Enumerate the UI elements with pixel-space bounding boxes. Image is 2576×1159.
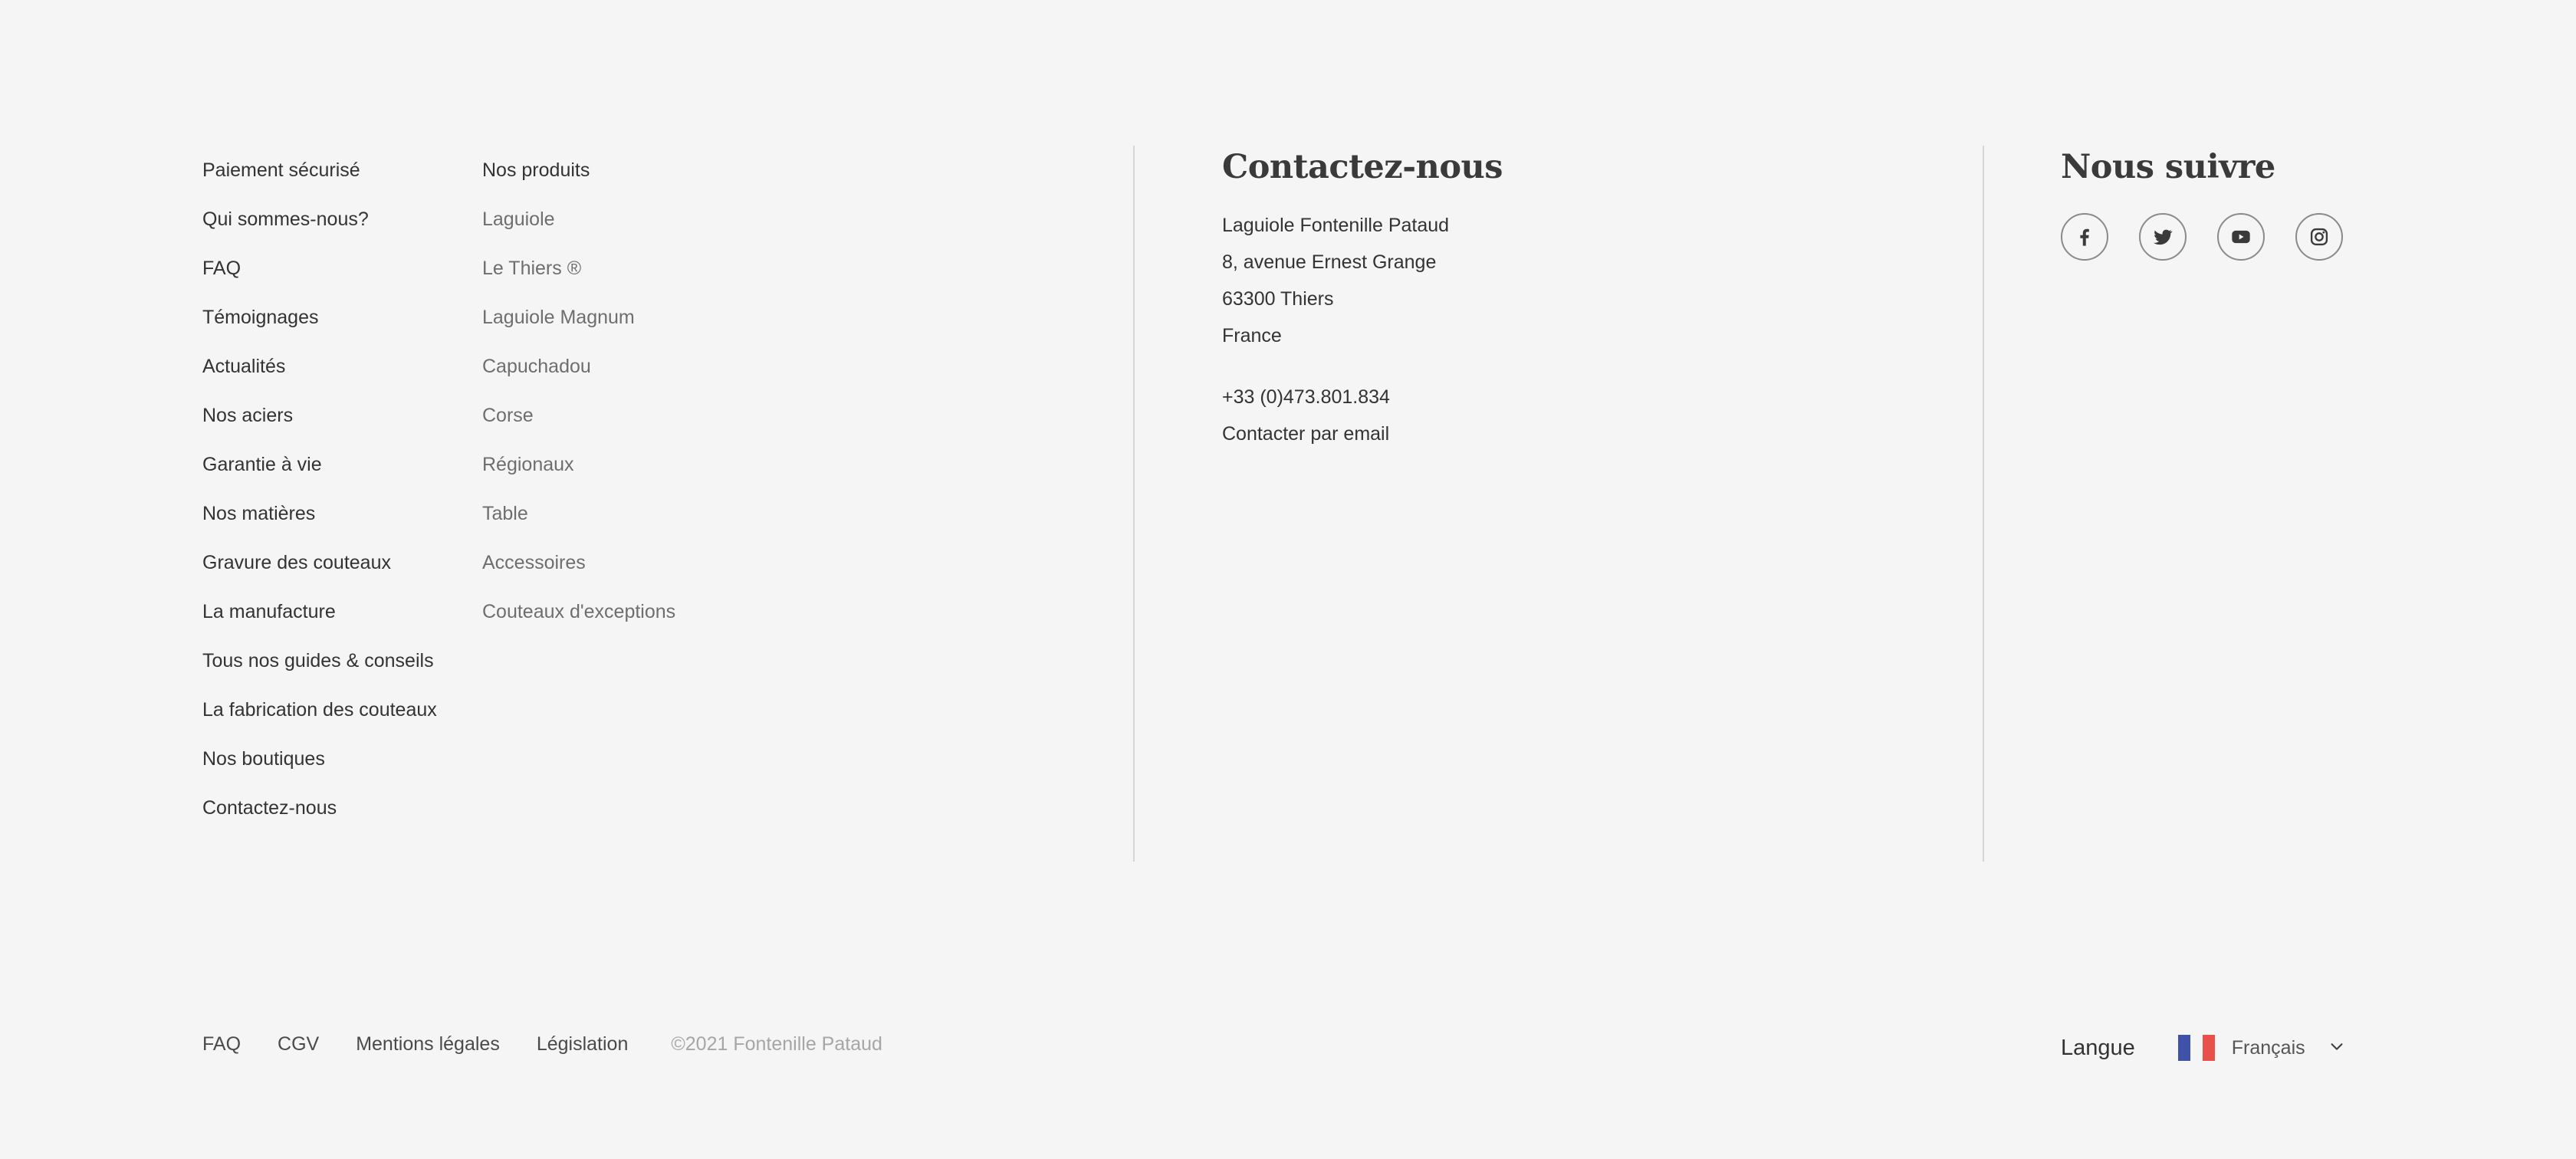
- social-icons: [2061, 213, 2343, 261]
- contact-address: Laguiole Fontenille Pataud 8, avenue Ern…: [1222, 207, 1503, 354]
- twitter-icon[interactable]: [2139, 213, 2187, 261]
- footer-link-gravure[interactable]: Gravure des couteaux: [202, 538, 437, 587]
- footer-link-paiement[interactable]: Paiement sécurisé: [202, 146, 437, 195]
- phone-link[interactable]: +33 (0)473.801.834: [1222, 379, 1503, 415]
- footer-link-temoignages[interactable]: Témoignages: [202, 293, 437, 342]
- language-value: Français: [2231, 1036, 2305, 1059]
- product-link-corse[interactable]: Corse: [482, 391, 675, 440]
- address-line: France: [1222, 325, 1282, 346]
- language-label: Langue: [2061, 1035, 2135, 1060]
- product-link-le-thiers[interactable]: Le Thiers ®: [482, 244, 675, 293]
- products-column: Nos produits Laguiole Le Thiers ® Laguio…: [482, 146, 675, 636]
- product-link-capuchadou[interactable]: Capuchadou: [482, 342, 675, 391]
- column-divider: [1133, 146, 1135, 862]
- address-line: 8, avenue Ernest Grange: [1222, 251, 1437, 273]
- bottom-link-cgv[interactable]: CGV: [278, 1033, 319, 1056]
- address-line: 63300 Thiers: [1222, 288, 1334, 310]
- social-section: Nous suivre: [2061, 146, 2343, 261]
- product-link-accessoires[interactable]: Accessoires: [482, 538, 675, 587]
- bottom-link-mentions-legales[interactable]: Mentions légales: [356, 1033, 500, 1056]
- bottom-link-legislation[interactable]: Législation: [537, 1033, 629, 1056]
- youtube-icon[interactable]: [2217, 213, 2265, 261]
- social-heading: Nous suivre: [2061, 148, 2275, 186]
- footer-link-guides[interactable]: Tous nos guides & conseils: [202, 636, 437, 685]
- footer-link-actualites[interactable]: Actualités: [202, 342, 437, 391]
- products-heading-link[interactable]: Nos produits: [482, 146, 675, 195]
- email-contact-link[interactable]: Contacter par email: [1222, 415, 1503, 452]
- bottom-link-faq[interactable]: FAQ: [202, 1033, 241, 1056]
- copyright-text: ©2021 Fontenille Pataud: [671, 1033, 882, 1055]
- address-line: Laguiole Fontenille Pataud: [1222, 215, 1450, 236]
- footer-link-nos-matieres[interactable]: Nos matières: [202, 489, 437, 538]
- language-selector[interactable]: Langue Français: [2061, 1035, 2345, 1061]
- footer-link-contact[interactable]: Contactez-nous: [202, 783, 437, 832]
- french-flag-icon: [2177, 1035, 2215, 1061]
- contact-section: Contactez-nous Laguiole Fontenille Patau…: [1222, 146, 1503, 452]
- product-link-laguiole-magnum[interactable]: Laguiole Magnum: [482, 293, 675, 342]
- product-link-exceptions[interactable]: Couteaux d'exceptions: [482, 587, 675, 636]
- footer-links-column: Paiement sécurisé Qui sommes-nous? FAQ T…: [202, 146, 437, 832]
- footer-link-garantie[interactable]: Garantie à vie: [202, 440, 437, 489]
- product-link-regionaux[interactable]: Régionaux: [482, 440, 675, 489]
- contact-heading: Contactez-nous: [1222, 148, 1503, 186]
- footer-link-fabrication[interactable]: La fabrication des couteaux: [202, 685, 437, 734]
- product-link-laguiole[interactable]: Laguiole: [482, 195, 675, 244]
- footer-link-faq[interactable]: FAQ: [202, 244, 437, 293]
- product-link-table[interactable]: Table: [482, 489, 675, 538]
- footer-bottom-bar: FAQ CGV Mentions légales Législation ©20…: [202, 1033, 882, 1056]
- column-divider: [1983, 146, 1984, 862]
- chevron-down-icon[interactable]: [2328, 1038, 2345, 1059]
- footer-link-boutiques[interactable]: Nos boutiques: [202, 734, 437, 783]
- facebook-icon[interactable]: [2061, 213, 2108, 261]
- footer-link-manufacture[interactable]: La manufacture: [202, 587, 437, 636]
- instagram-icon[interactable]: [2295, 213, 2343, 261]
- footer-link-nos-aciers[interactable]: Nos aciers: [202, 391, 437, 440]
- footer-link-qui-sommes-nous[interactable]: Qui sommes-nous?: [202, 195, 437, 244]
